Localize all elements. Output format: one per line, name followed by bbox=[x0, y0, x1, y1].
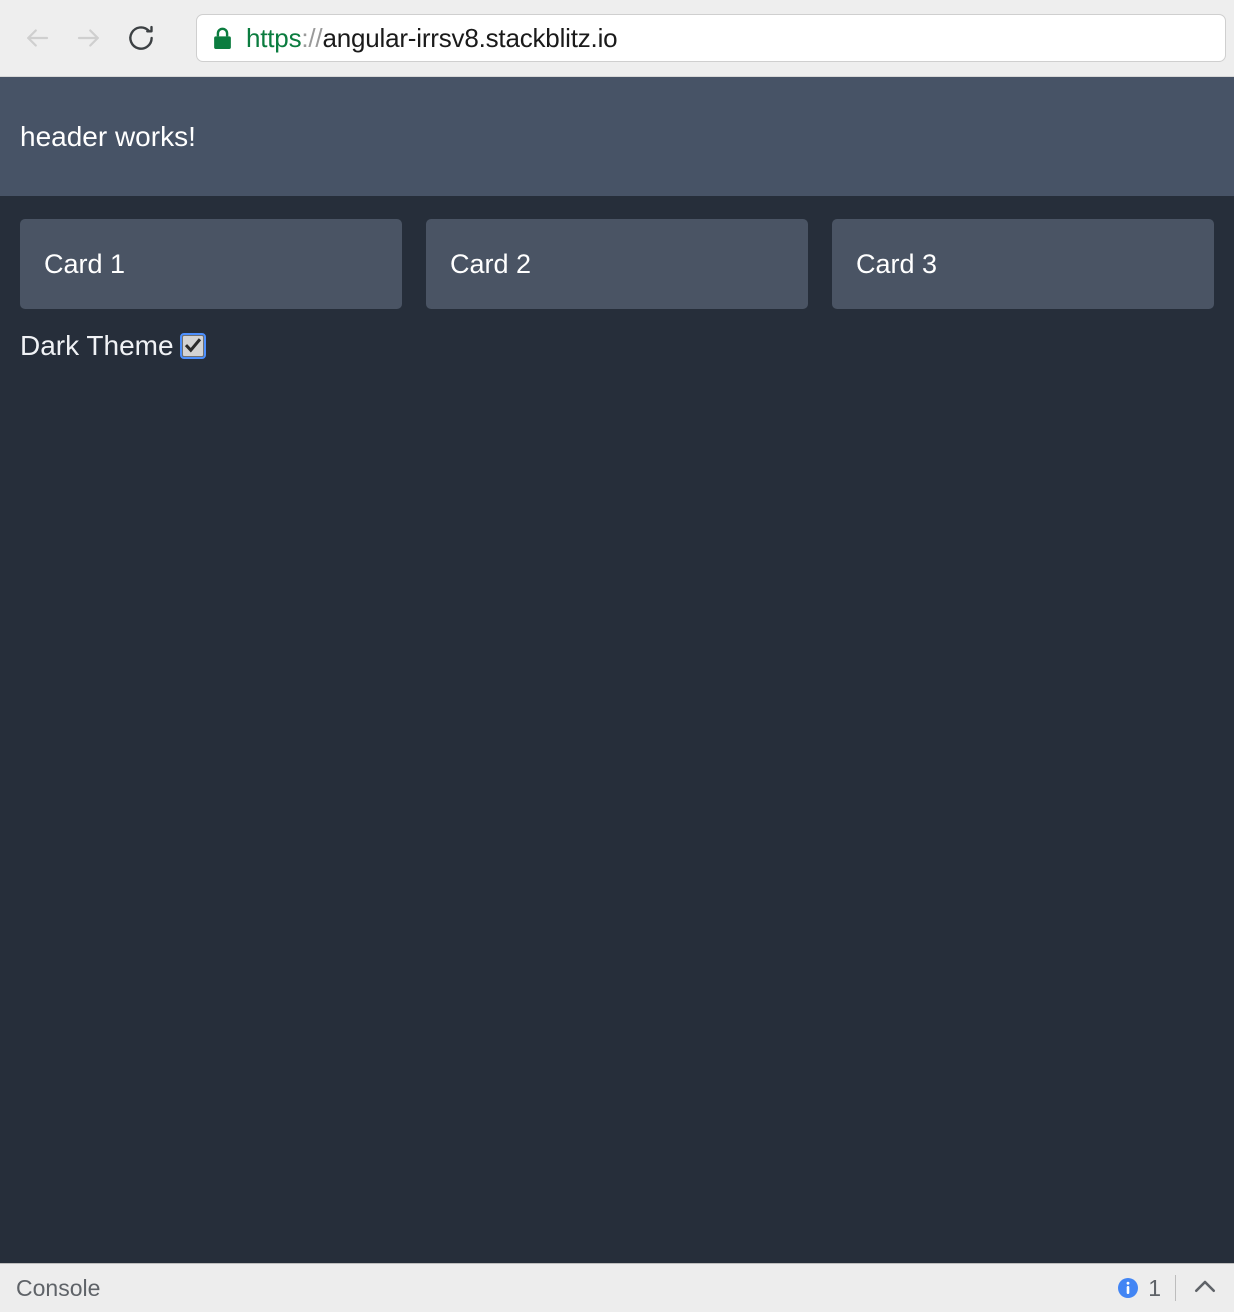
url-host: angular-irrsv8.stackblitz.io bbox=[322, 22, 618, 53]
reload-icon bbox=[126, 23, 156, 53]
console-bar[interactable]: Console 1 bbox=[0, 1263, 1234, 1312]
url-separator: :// bbox=[301, 22, 323, 53]
forward-button[interactable] bbox=[66, 15, 112, 61]
console-title: Console bbox=[16, 1274, 101, 1301]
card-3[interactable]: Card 3 bbox=[832, 219, 1214, 309]
card-label: Card 3 bbox=[856, 248, 938, 279]
app-body: Card 1 Card 2 Card 3 Dark Theme bbox=[0, 196, 1234, 1263]
card-2[interactable]: Card 2 bbox=[426, 219, 808, 309]
console-count-label: 1 bbox=[1148, 1274, 1161, 1301]
reload-button[interactable] bbox=[118, 15, 164, 61]
console-expand-button[interactable] bbox=[1176, 1264, 1234, 1312]
dark-theme-checkbox[interactable] bbox=[179, 333, 206, 359]
console-info-count[interactable]: 1 bbox=[1117, 1275, 1175, 1302]
address-bar[interactable]: https://angular-irrsv8.stackblitz.io bbox=[196, 14, 1226, 62]
dark-theme-row: Dark Theme bbox=[20, 330, 206, 362]
browser-toolbar: https://angular-irrsv8.stackblitz.io bbox=[0, 0, 1234, 77]
card-label: Card 1 bbox=[44, 248, 126, 279]
url-scheme: https bbox=[246, 22, 302, 53]
app-header: header works! bbox=[0, 77, 1234, 196]
arrow-left-icon bbox=[22, 23, 52, 53]
card-label: Card 2 bbox=[450, 248, 532, 279]
info-circle-icon bbox=[1117, 1277, 1139, 1299]
cards-row: Card 1 Card 2 Card 3 bbox=[20, 219, 1214, 309]
lock-icon bbox=[213, 27, 232, 50]
chevron-up-icon bbox=[1190, 1272, 1220, 1305]
dark-theme-label: Dark Theme bbox=[20, 330, 174, 361]
back-button[interactable] bbox=[14, 15, 60, 61]
header-title: header works! bbox=[20, 120, 196, 152]
arrow-right-icon bbox=[74, 23, 104, 53]
console-status-group: 1 bbox=[1117, 1264, 1234, 1312]
url-text: https://angular-irrsv8.stackblitz.io bbox=[246, 22, 618, 54]
card-1[interactable]: Card 1 bbox=[20, 219, 402, 309]
